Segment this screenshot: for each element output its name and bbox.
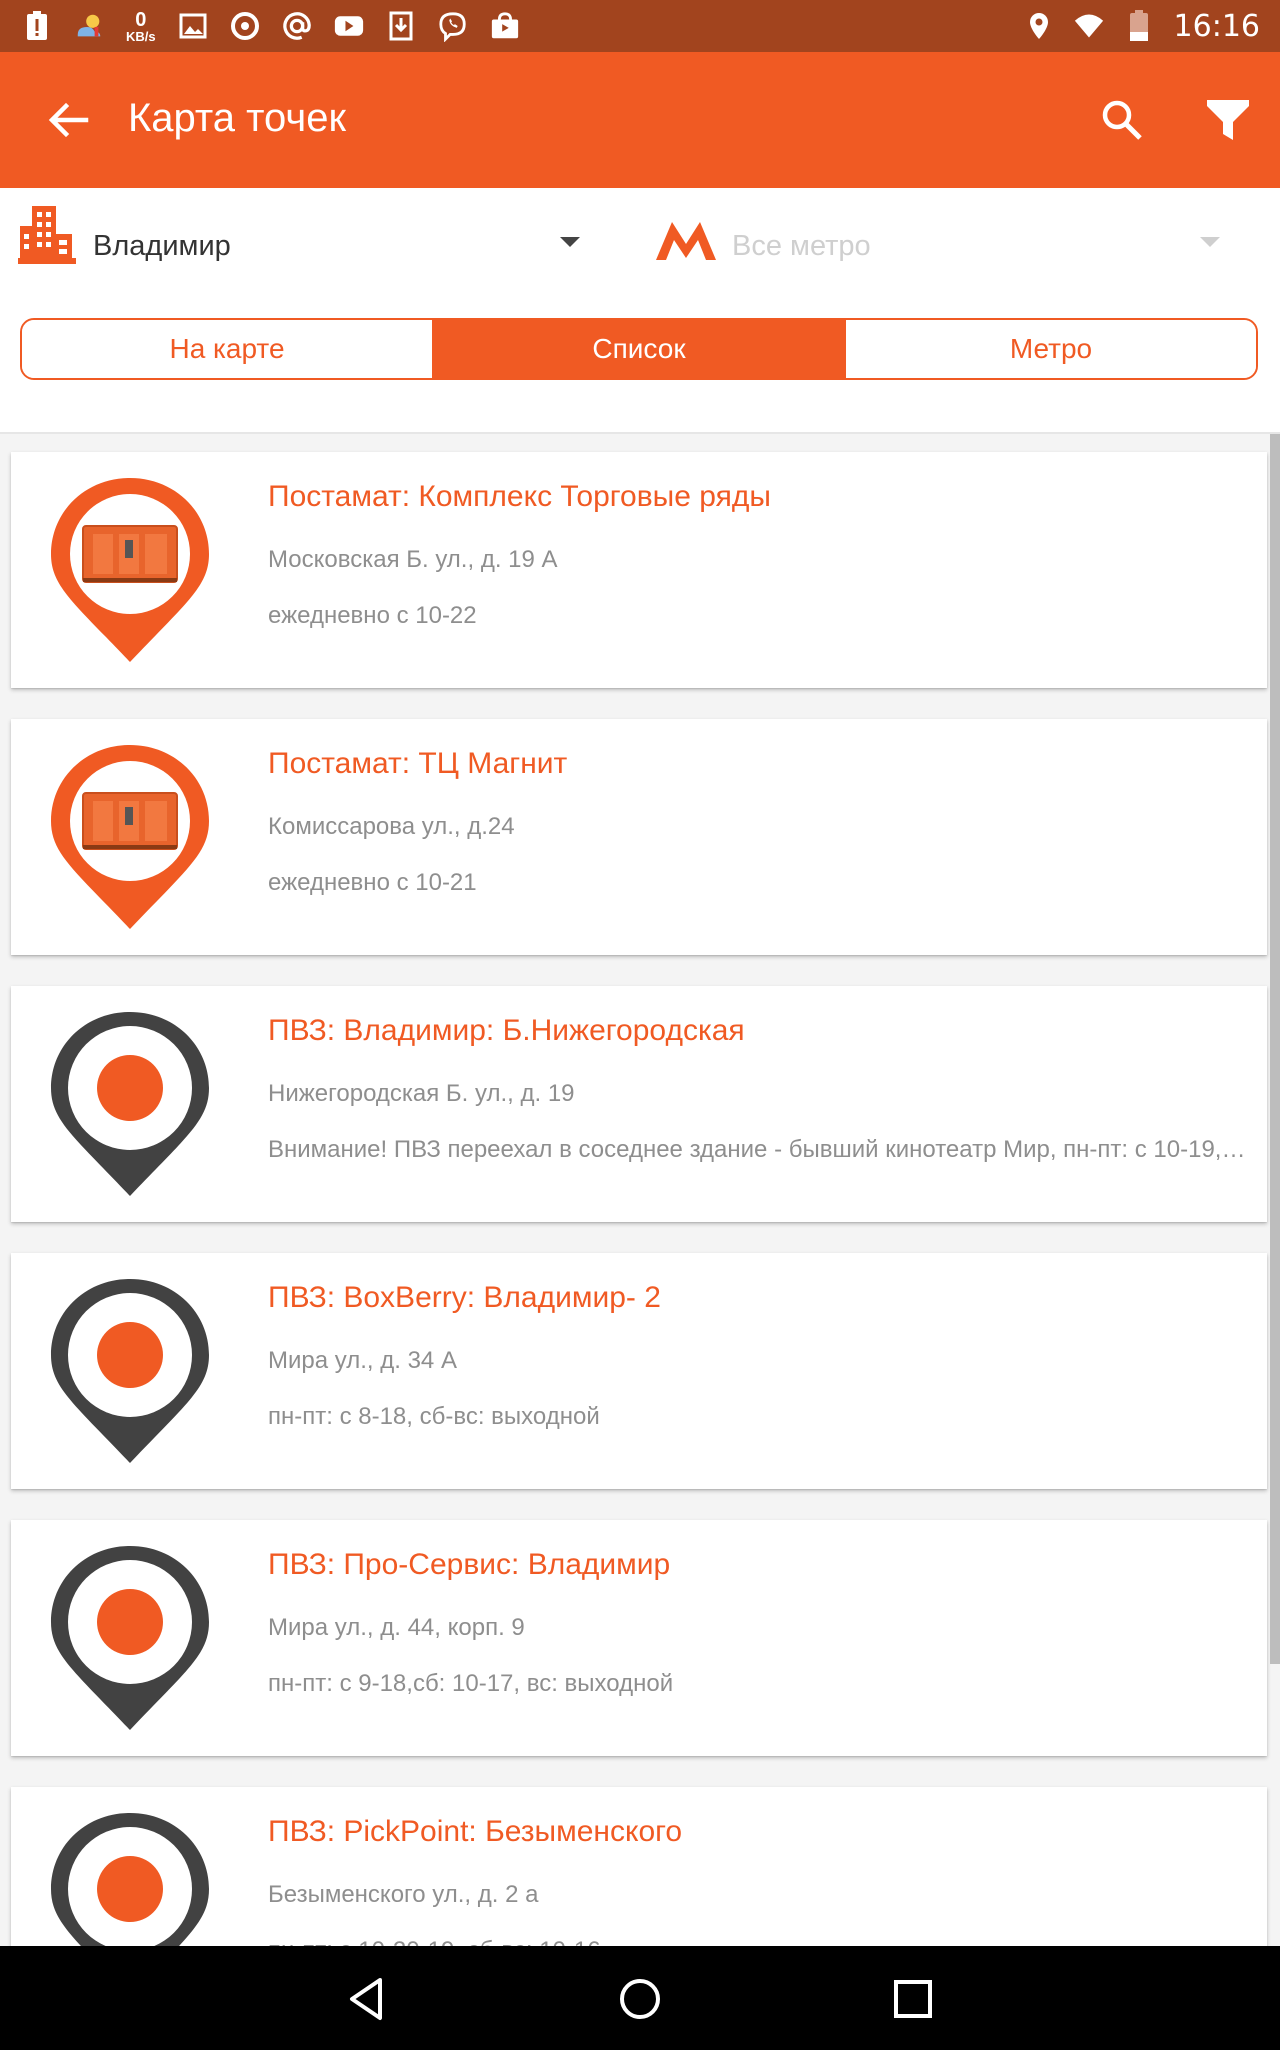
city-dropdown-caret-icon[interactable] [560,237,580,247]
opera-icon [230,11,260,41]
point-hours: ежедневно с 10-21 [268,869,477,896]
youtube-icon [334,11,364,41]
wifi-icon [1074,11,1104,41]
point-name: ПВЗ: Про-Сервис: Владимир [268,1548,671,1581]
list-item[interactable]: ПВЗ: Владимир: Б.Нижегородская Нижегород… [11,986,1267,1222]
point-hours: Внимание! ПВЗ переехал в соседнее здание… [268,1136,1248,1163]
point-name: ПВЗ: PickPoint: Безыменского [268,1815,683,1848]
tab-metro[interactable]: Метро [844,320,1256,378]
clock: 16:16 [1173,8,1260,44]
weather-icon [74,11,104,41]
status-bar: 0 KB/s 16:16 [0,0,1280,52]
pickup-point-pin-icon [47,1008,213,1200]
postamat-pin-icon [47,741,213,933]
location-selectors: Владимир Все метро [0,188,1280,298]
point-hours: пн-пт: с 9-18,сб: 10-17, вс: выходной [268,1670,674,1697]
metro-dropdown-caret-icon[interactable] [1200,237,1220,247]
point-name: ПВЗ: BoxBerry: Владимир- 2 [268,1281,661,1314]
filter-icon[interactable] [1205,96,1251,144]
system-navigation-bar [0,1946,1280,2050]
kbs-unit: KB/s [126,28,156,44]
list-item[interactable]: ПВЗ: PickPoint: Безыменского Безыменског… [11,1787,1267,1946]
point-address: Московская Б. ул., д. 19 А [268,546,558,573]
gallery-icon [178,11,208,41]
kbs-value: 0 [135,8,147,31]
list-item[interactable]: ПВЗ: BoxBerry: Владимир- 2 Мира ул., д. … [11,1253,1267,1489]
mail-at-icon [282,11,312,41]
search-icon[interactable] [1100,98,1144,142]
metro-logo-icon [656,220,716,262]
home-nav-icon[interactable] [617,1976,663,2022]
alert-icon [22,11,52,41]
point-address: Комиссарова ул., д.24 [268,813,515,840]
store-icon [490,11,520,41]
back-nav-icon[interactable] [344,1976,390,2022]
list-item[interactable]: ПВЗ: Про-Сервис: Владимир Мира ул., д. 4… [11,1520,1267,1756]
tab-list[interactable]: Список [432,320,844,378]
tab-map[interactable]: На карте [22,320,432,378]
point-name: ПВЗ: Владимир: Б.Нижегородская [268,1014,745,1047]
location-icon [1024,11,1054,41]
list-item[interactable]: Постамат: ТЦ Магнит Комиссарова ул., д.2… [11,719,1267,955]
point-hours: ежедневно с 10-22 [268,602,477,629]
app-bar: Карта точек [0,52,1280,188]
notification-icons: 0 KB/s [0,10,520,43]
viber-icon [438,11,468,42]
battery-icon [1124,10,1154,41]
list-item[interactable]: Постамат: Комплекс Торговые ряды Московс… [11,452,1267,688]
point-address: Мира ул., д. 34 А [268,1347,457,1374]
point-address: Безыменского ул., д. 2 а [268,1881,539,1908]
point-hours: пн-пт: с 10-20-19, сб-вс: 10-16 [268,1937,1248,1946]
city-select[interactable]: Владимир [93,230,231,263]
point-hours: пн-пт: с 8-18, сб-вс: выходной [268,1403,600,1430]
kbs-indicator: 0 KB/s [126,10,156,43]
pickup-point-pin-icon [47,1809,213,1946]
point-address: Мира ул., д. 44, корп. 9 [268,1614,525,1641]
back-arrow-icon[interactable] [46,98,90,142]
system-icons: 16:16 [1024,9,1280,44]
points-list[interactable]: Постамат: Комплекс Торговые ряды Московс… [0,434,1280,1946]
page-title: Карта точек [128,96,346,140]
download-icon [386,11,416,41]
point-address: Нижегородская Б. ул., д. 19 [268,1080,575,1107]
point-name: Постамат: Комплекс Торговые ряды [268,480,771,513]
point-name: Постамат: ТЦ Магнит [268,747,568,780]
list-scrollbar[interactable] [1270,434,1280,1664]
postamat-pin-icon [47,474,213,666]
city-buildings-icon [18,204,76,264]
view-mode-tabs: На карте Список Метро [20,318,1258,380]
pickup-point-pin-icon [47,1275,213,1467]
metro-select[interactable]: Все метро [732,230,871,263]
pickup-point-pin-icon [47,1542,213,1734]
recents-nav-icon[interactable] [890,1976,936,2022]
